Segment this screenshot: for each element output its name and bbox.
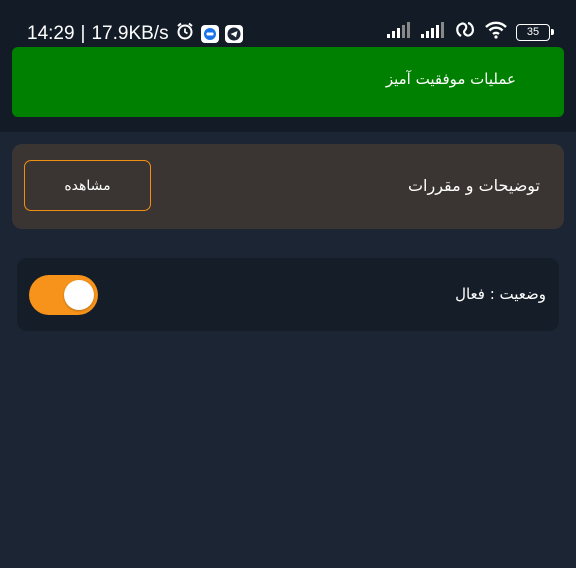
toggle-knob [64, 280, 94, 310]
success-toast: عملیات موفقیت آمیز [12, 47, 564, 117]
signal-icon [386, 21, 412, 43]
telegram-icon [224, 25, 243, 43]
view-button[interactable]: مشاهده [24, 160, 151, 211]
status-bar-right: 35 [386, 21, 554, 43]
status-label: وضعیت : فعال [455, 285, 546, 303]
network-speed: 17.9KB/s [91, 23, 169, 44]
hotspot-icon [454, 21, 476, 43]
messages-app-icon [200, 25, 219, 43]
signal-icon [420, 21, 446, 43]
toast-message: عملیات موفقیت آمیز [385, 70, 516, 88]
status-card: وضعیت : فعال [17, 258, 559, 331]
status-toggle[interactable] [29, 275, 98, 315]
terms-title: توضیحات و مقررات [407, 176, 540, 195]
status-time: 14:29 [27, 23, 75, 44]
battery-icon: 35 [516, 23, 554, 41]
battery-level: 35 [526, 26, 540, 38]
status-separator: | [80, 23, 86, 44]
terms-card: توضیحات و مقررات مشاهده [12, 144, 564, 229]
status-bar: 14:29 | 17.9KB/s 35 [0, 0, 576, 44]
wifi-icon [484, 21, 508, 43]
